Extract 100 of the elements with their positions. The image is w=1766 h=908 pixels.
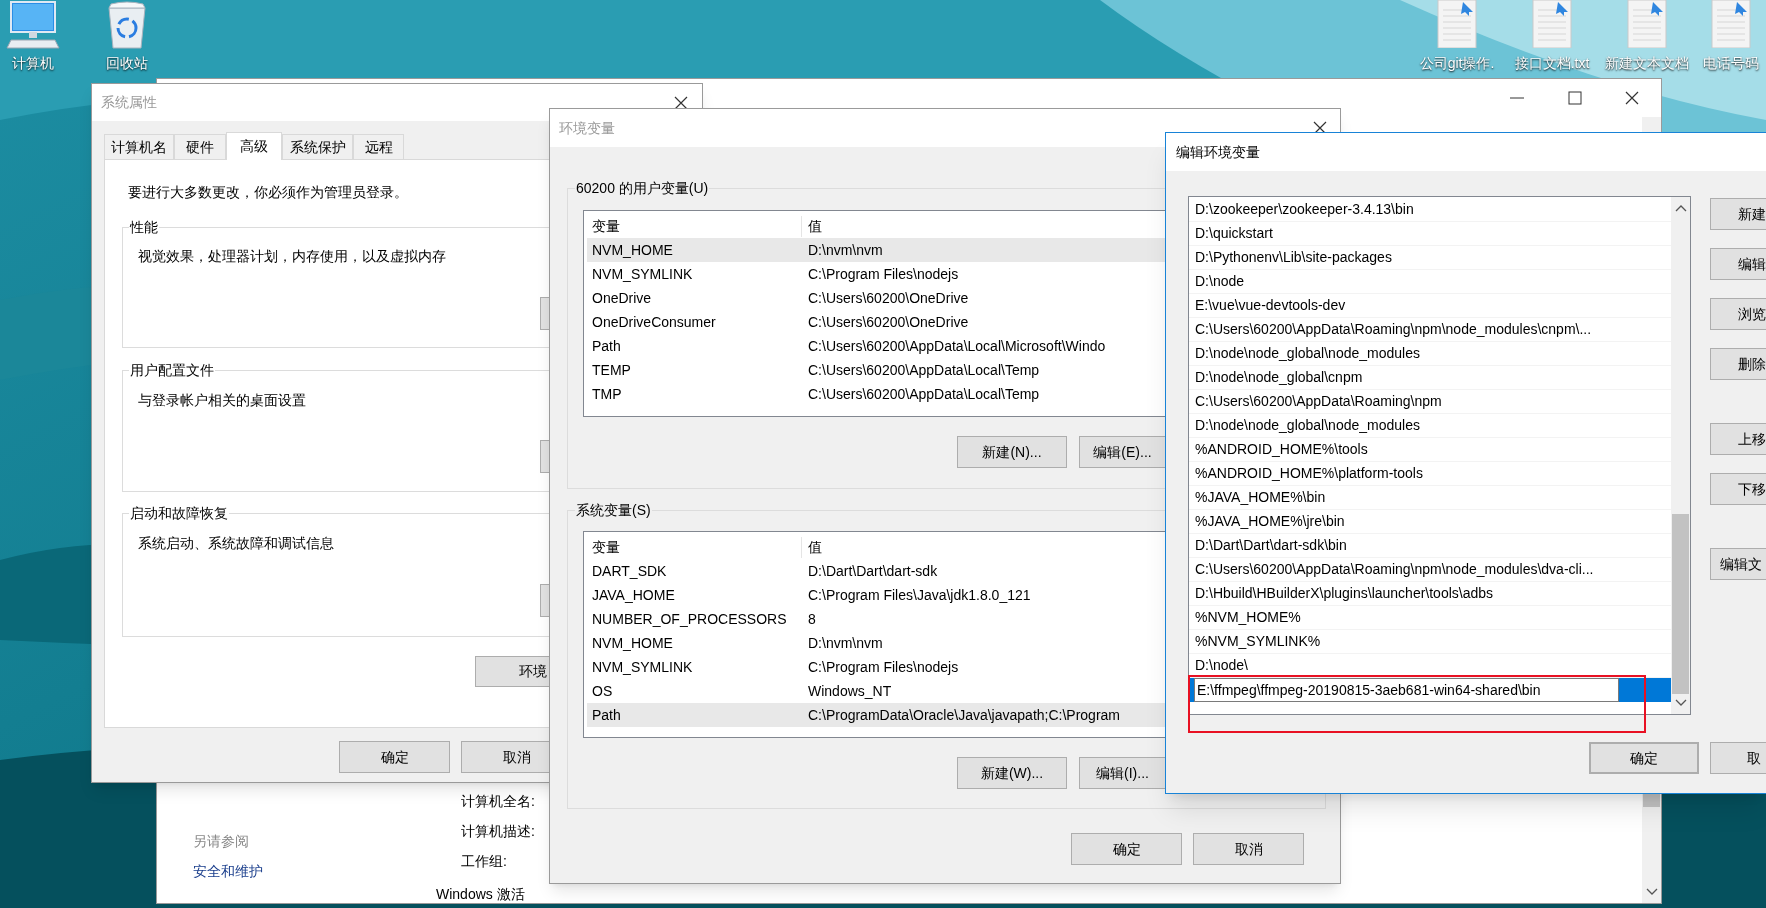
field-label: 工作组: xyxy=(461,852,508,870)
group-description: 视觉效果，处理器计划，内存使用，以及虚拟内存 xyxy=(138,247,446,265)
group-description: 与登录帐户相关的桌面设置 xyxy=(138,391,306,409)
table-cell-text: C:\Users\60200\AppData\Local\Temp xyxy=(807,360,1040,380)
button[interactable]: 新建(W)... xyxy=(957,757,1067,789)
scrollbar[interactable] xyxy=(1671,197,1690,714)
window-title: 系统属性 xyxy=(101,93,157,112)
list-item[interactable]: C:\Users\60200\AppData\Roaming\npm\node_modules\cnpm\... xyxy=(1189,318,1671,342)
table-cell-text: OneDrive xyxy=(591,288,653,308)
close-icon[interactable] xyxy=(1625,91,1639,105)
table-cell-text: TEMP xyxy=(591,360,632,380)
list-item[interactable]: D:\Hbuild\HBuilderX\plugins\launcher\tools\adbs xyxy=(1189,582,1671,606)
scrollbar-thumb[interactable] xyxy=(1672,514,1689,694)
button[interactable]: 取 xyxy=(1710,742,1766,774)
table-cell-text: Path xyxy=(591,705,622,725)
field-label: 计算机描述: xyxy=(461,822,535,840)
column-header[interactable]: 变量 xyxy=(587,215,802,237)
tab[interactable]: 计算机名 xyxy=(104,134,174,159)
icon-label: 电话号码 xyxy=(1703,54,1759,72)
button[interactable]: 取消 xyxy=(1193,833,1304,865)
list-item[interactable]: D:\node\node_global\cnpm xyxy=(1189,366,1671,390)
table-cell-text: C:\ProgramData\Oracle\Java\javapath;C:\Program xyxy=(807,705,1120,725)
window-title: 编辑环境变量 xyxy=(1166,133,1766,171)
list-item[interactable]: C:\Users\60200\AppData\Roaming\npm xyxy=(1189,390,1671,414)
document-icon[interactable] xyxy=(1627,0,1667,48)
button[interactable]: 确定 xyxy=(339,741,450,773)
button[interactable]: 编辑 xyxy=(1710,248,1766,280)
window-title: 环境变量 xyxy=(559,118,615,138)
computer-icon[interactable] xyxy=(5,0,61,50)
list-item[interactable]: D:\node xyxy=(1189,270,1671,294)
table-cell-text: C:\Program Files\nodejs xyxy=(807,657,959,677)
button[interactable]: 新建 xyxy=(1710,198,1766,230)
maximize-icon[interactable] xyxy=(1567,90,1583,106)
table-cell-text: JAVA_HOME xyxy=(591,585,676,605)
button[interactable]: 上移 xyxy=(1710,423,1766,455)
notice-text: 要进行大多数更改，你必须作为管理员登录。 xyxy=(128,183,408,201)
button[interactable]: 确定 xyxy=(1589,742,1699,774)
tab[interactable]: 系统保护 xyxy=(282,134,353,159)
list-item[interactable]: %JAVA_HOME%\bin xyxy=(1189,486,1671,510)
section-heading: 另请参阅 xyxy=(193,832,250,850)
table-cell-text: C:\Users\60200\AppData\Local\Temp xyxy=(807,384,1040,404)
table-cell-text: NVM_HOME xyxy=(591,633,674,653)
table-cell-text: NVM_SYMLINK xyxy=(591,264,694,284)
list-item[interactable]: %JAVA_HOME%\jre\bin xyxy=(1189,510,1671,534)
document-icon[interactable] xyxy=(1437,0,1477,48)
group-title: 用户配置文件 xyxy=(129,361,215,379)
table-cell-text: 8 xyxy=(807,609,816,629)
table-cell-text: D:\Dart\Dart\dart-sdk xyxy=(807,561,938,581)
button[interactable]: 编辑(I)... xyxy=(1079,757,1166,789)
table-cell-text: C:\Program Files\nodejs xyxy=(807,264,959,284)
document-icon[interactable] xyxy=(1711,0,1751,48)
link[interactable]: 安全和维护 xyxy=(193,862,461,880)
table-cell-text: Windows_NT xyxy=(807,681,892,701)
icon-label: 公司git操作. xyxy=(1419,54,1495,72)
list-item[interactable]: %ANDROID_HOME%\tools xyxy=(1189,438,1671,462)
button[interactable]: 编辑文 xyxy=(1710,548,1766,580)
list-item[interactable]: D:\quickstart xyxy=(1189,222,1671,246)
document-icon[interactable] xyxy=(1532,0,1572,48)
list-item[interactable]: %NVM_SYMLINK% xyxy=(1189,630,1671,654)
icon-label: 接口文档.txt xyxy=(1514,54,1590,72)
table-cell-text: DART_SDK xyxy=(591,561,668,581)
list-item[interactable]: D:\Pythonenv\Lib\site-packages xyxy=(1189,246,1671,270)
button[interactable]: 浏览 xyxy=(1710,298,1766,330)
section-heading: Windows 激活 xyxy=(436,885,526,903)
table-cell-text: OneDriveConsumer xyxy=(591,312,717,332)
field-label: 计算机全名: xyxy=(461,792,535,810)
table-cell-text: D:\nvm\nvm xyxy=(807,633,883,653)
icon-label: 回收站 xyxy=(106,54,148,72)
group-description: 系统启动、系统故障和调试信息 xyxy=(138,534,334,552)
list-item[interactable]: C:\Users\60200\AppData\Roaming\npm\node_modules\dva-cli... xyxy=(1189,558,1671,582)
button[interactable]: 确定 xyxy=(1071,833,1182,865)
table-cell-text: C:\Users\60200\OneDrive xyxy=(807,288,969,308)
list-item[interactable]: D:\node\node_global\node_modules xyxy=(1189,414,1671,438)
list-item[interactable]: %ANDROID_HOME%\platform-tools xyxy=(1189,462,1671,486)
button[interactable]: 下移 xyxy=(1710,473,1766,505)
tab[interactable]: 远程 xyxy=(353,134,404,159)
table-cell-text: NUMBER_OF_PROCESSORS xyxy=(591,609,788,629)
list-item[interactable]: D:\Dart\Dart\dart-sdk\bin xyxy=(1189,534,1671,558)
list-item[interactable]: E:\vue\vue-devtools-dev xyxy=(1189,294,1671,318)
table-cell-text: NVM_HOME xyxy=(591,240,674,260)
group-title: 性能 xyxy=(129,218,159,236)
button[interactable]: 环境 xyxy=(475,656,550,687)
column-header[interactable]: 值 xyxy=(802,215,822,237)
button[interactable]: 删除 xyxy=(1710,348,1766,380)
group-title: 60200 的用户变量(U) xyxy=(575,179,710,197)
button[interactable]: 新建(N)... xyxy=(957,436,1067,468)
list-item[interactable]: D:\zookeeper\zookeeper-3.4.13\bin xyxy=(1189,198,1671,222)
button[interactable]: 编辑(E)... xyxy=(1079,436,1166,468)
group-title: 系统变量(S) xyxy=(575,501,652,519)
list-item[interactable]: %NVM_HOME% xyxy=(1189,606,1671,630)
column-header[interactable]: 变量 xyxy=(587,536,802,558)
table-cell-text: C:\Program Files\Java\jdk1.8.0_121 xyxy=(807,585,1031,605)
tab[interactable]: 高级 xyxy=(226,132,282,160)
list-item[interactable]: D:\node\node_global\node_modules xyxy=(1189,342,1671,366)
group-title: 启动和故障恢复 xyxy=(129,504,229,522)
close-icon[interactable] xyxy=(674,95,688,110)
tab[interactable]: 硬件 xyxy=(174,134,226,159)
icon-label: 计算机 xyxy=(12,54,54,72)
column-header[interactable]: 值 xyxy=(802,536,822,558)
table-cell-text: NVM_SYMLINK xyxy=(591,657,694,677)
